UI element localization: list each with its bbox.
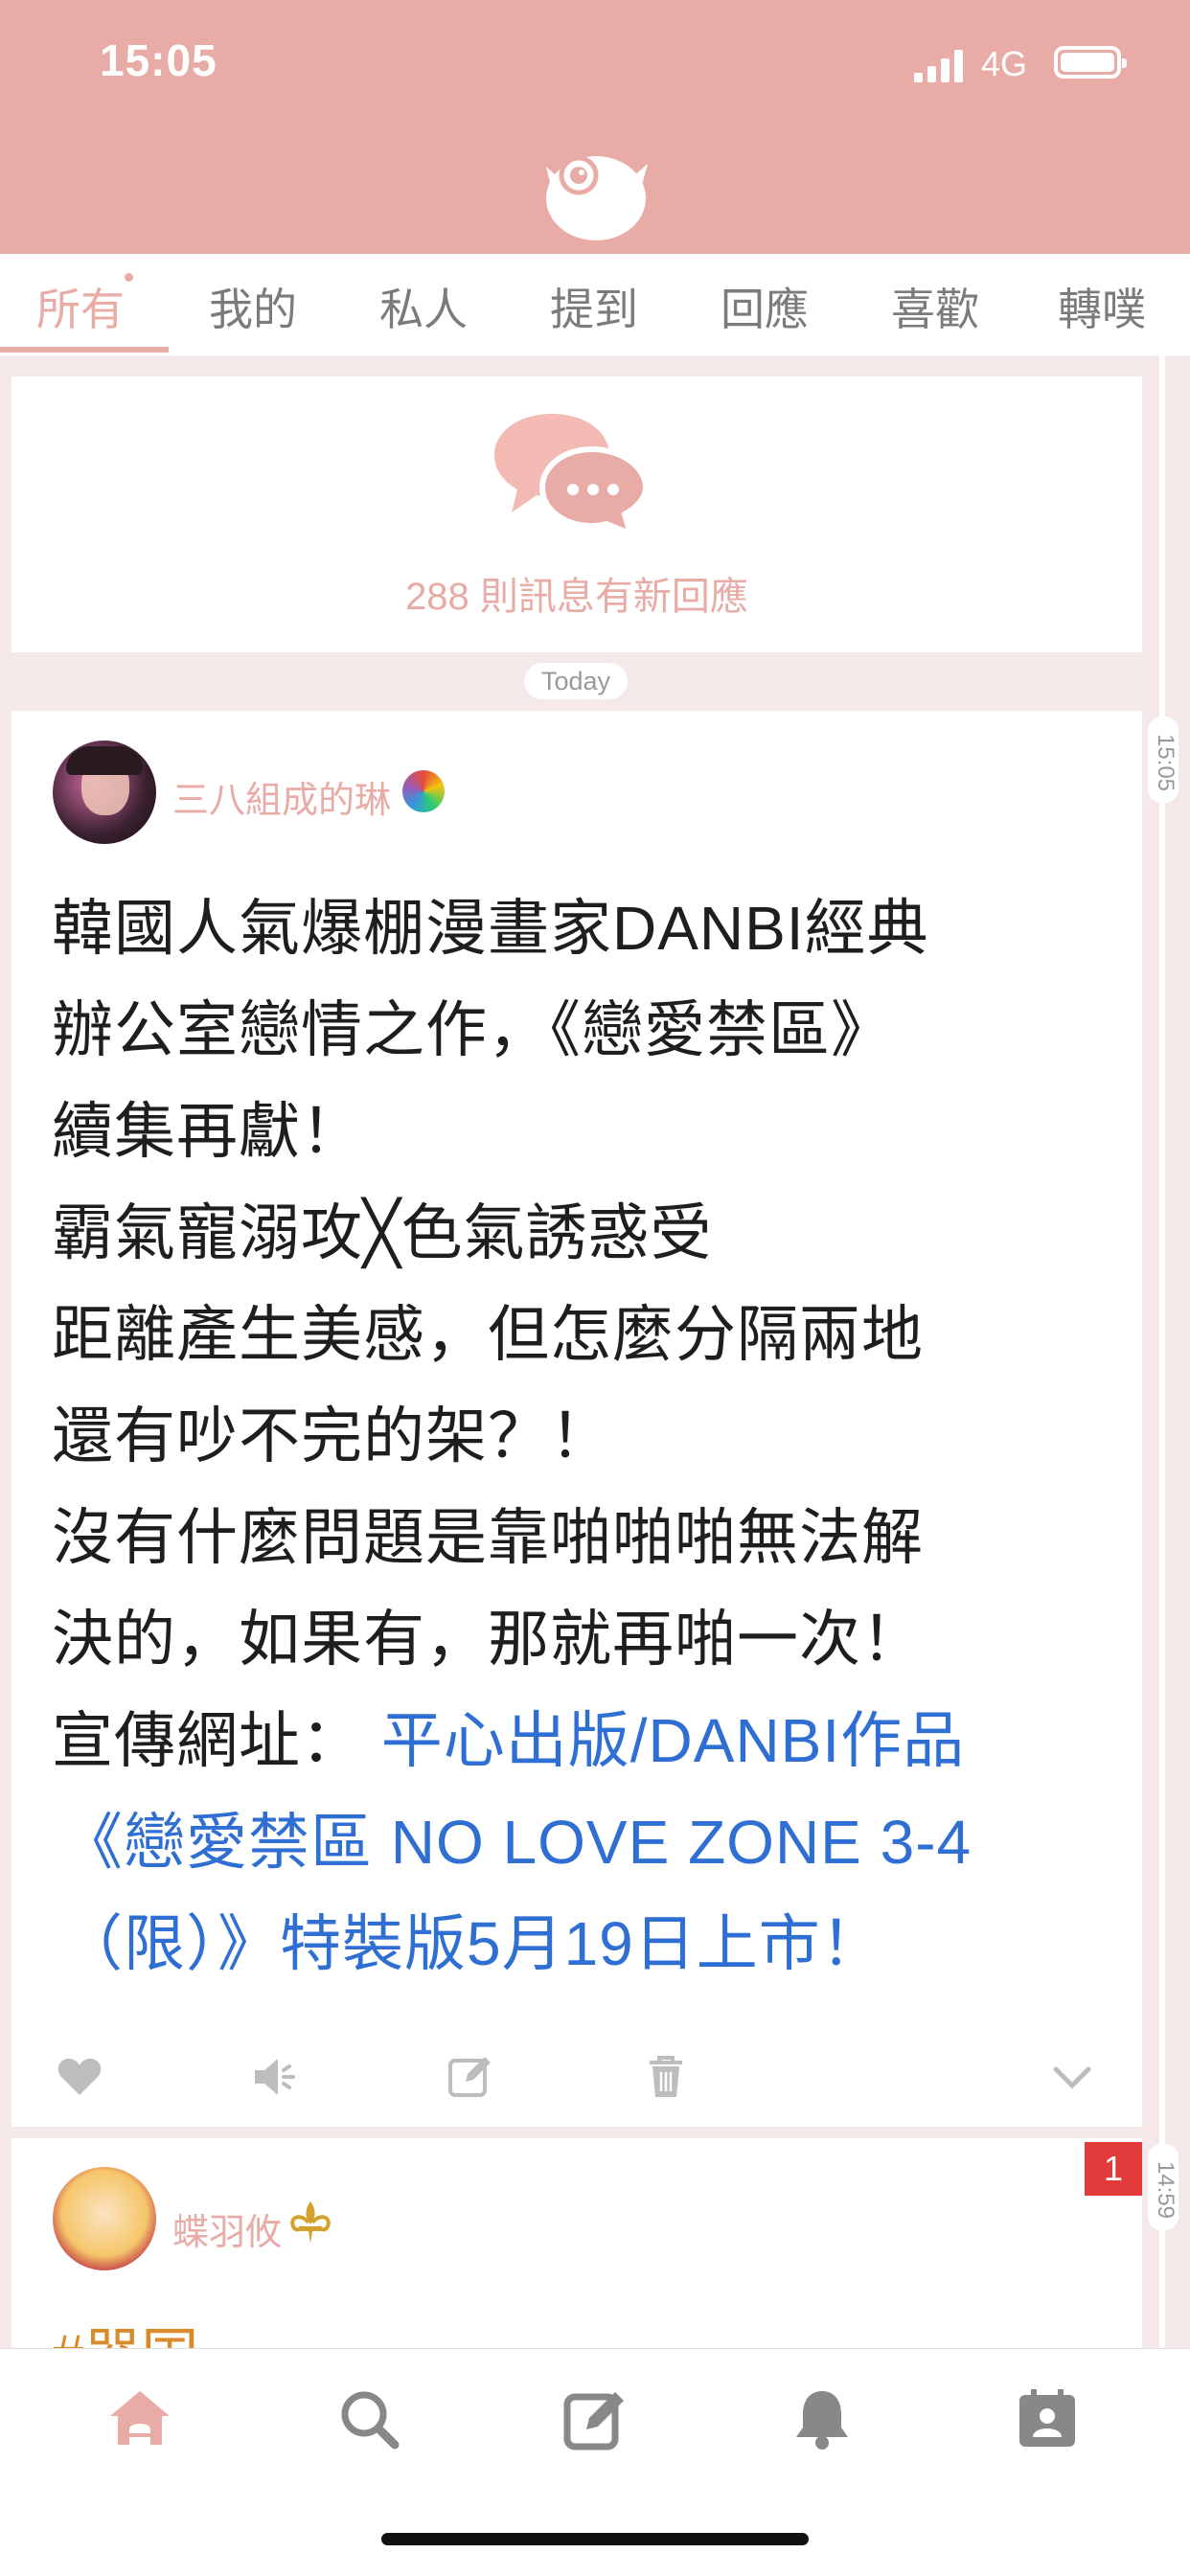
link-prefix: 宣傳網址： [52,1706,363,1775]
tab-mine[interactable]: 我的 [186,275,320,338]
promo-link[interactable]: 《戀愛禁區 NO LOVE ZONE 3-4 [61,1793,972,1881]
post-author[interactable]: 三八組成的琳 [172,770,391,823]
new-replies-count[interactable]: 288 則訊息有新回應 [0,565,1154,621]
plurk-logo-icon[interactable] [537,139,652,244]
compose-icon[interactable] [561,2385,629,2452]
bell-icon[interactable] [789,2385,856,2452]
timeline-marker: 15:05 [1148,717,1179,803]
trash-icon[interactable] [642,2053,690,2101]
post-text-line: 韓國人氣爆棚漫畫家DANBI經典 [52,894,929,963]
mute-icon[interactable] [251,2053,299,2101]
post-text-line: 決的，如果有，那就再啪一次！ [52,1605,924,1674]
tab-responses[interactable]: 回應 [698,275,832,338]
tab-all[interactable]: 所有 [13,275,148,338]
network-type: 4G [981,44,1028,83]
edit-icon[interactable] [446,2053,494,2101]
avatar[interactable] [53,741,156,844]
signal-icon [914,50,964,82]
unread-badge: 1 [1085,2142,1142,2196]
fleur-de-lis-icon [290,2201,331,2244]
promo-link[interactable]: （限）》特裝版5月19日上市！ [61,1895,883,1983]
filter-tabs: 所有 我的 私人 提到 回應 喜歡 轉噗 [0,254,1190,356]
profile-card-icon[interactable] [1014,2385,1081,2452]
search-icon[interactable] [335,2385,402,2452]
post-author[interactable]: 蝶羽攸 [172,2202,282,2255]
timeline-marker: 14:59 [1148,2144,1179,2230]
post-text-line: 距離產生美感，但怎麼分隔兩地 [52,1300,924,1369]
battery-icon [1054,46,1127,79]
chevron-down-icon[interactable] [1048,2053,1096,2101]
chat-bubbles-icon [494,414,648,534]
home-icon[interactable] [106,2385,173,2452]
unread-dot [125,273,133,282]
avatar[interactable] [53,2167,156,2270]
lollipop-icon [402,770,445,812]
heart-icon[interactable] [56,2053,103,2101]
post-text-line: 還有吵不完的架？！ [52,1402,612,1470]
date-divider: Today [524,663,628,699]
active-tab-indicator [0,347,169,353]
tab-replurks[interactable]: 轉噗 [1035,275,1169,338]
tab-mentions[interactable]: 提到 [527,275,661,338]
post-text-line: 辦公室戀情之作，《戀愛禁區》 [52,995,893,1064]
post-text-line: 續集再獻！ [52,1097,363,1166]
post-text-line: 宣傳網址： 平心出版/DANBI作品 [52,1692,965,1780]
post-text-line: 霸氣寵溺攻╳色氣誘惑受 [52,1198,713,1267]
home-indicator[interactable] [381,2533,809,2545]
post-text-line: 沒有什麼問題是靠啪啪啪無法解 [52,1503,924,1572]
tab-private[interactable]: 私人 [356,275,491,338]
timeline-scrubber[interactable] [1159,355,1165,2348]
promo-link[interactable]: 平心出版/DANBI作品 [381,1706,965,1775]
tab-likes[interactable]: 喜歡 [868,275,1002,338]
status-time: 15:05 [100,35,217,85]
